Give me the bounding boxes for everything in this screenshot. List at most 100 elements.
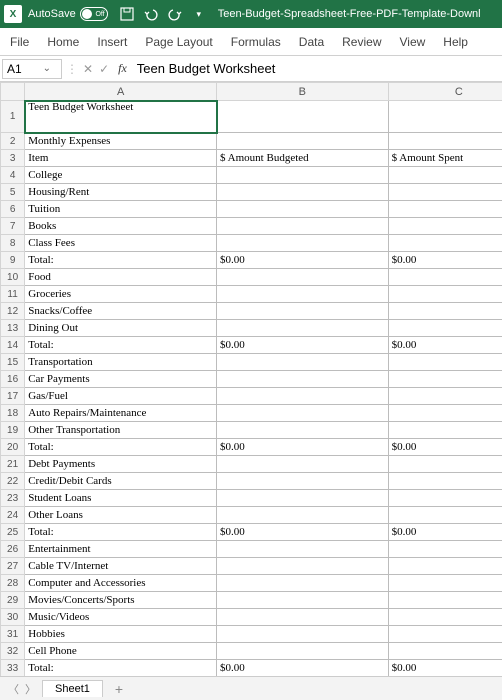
sheet-nav-next-icon[interactable]: 〉 (25, 681, 36, 697)
row-header[interactable]: 31 (1, 626, 25, 643)
cell[interactable]: Class Fees (25, 235, 217, 252)
cell[interactable]: Total: (25, 252, 217, 269)
cell[interactable]: Total: (25, 337, 217, 354)
cell[interactable]: Computer and Accessories (25, 575, 217, 592)
row-header[interactable]: 29 (1, 592, 25, 609)
cell[interactable]: Total: (25, 439, 217, 456)
name-box[interactable]: A1 ⌄ (2, 59, 62, 79)
cell[interactable] (388, 626, 502, 643)
row-header[interactable]: 32 (1, 643, 25, 660)
cell[interactable]: Monthly Expenses (25, 133, 217, 150)
cell[interactable] (388, 490, 502, 507)
cell[interactable] (388, 609, 502, 626)
cell[interactable] (388, 575, 502, 592)
cell[interactable]: Item (25, 150, 217, 167)
undo-icon[interactable] (144, 7, 158, 21)
cell[interactable] (388, 541, 502, 558)
cell[interactable]: Transportation (25, 354, 217, 371)
cell[interactable]: Other Loans (25, 507, 217, 524)
cell[interactable]: $0.00 (388, 524, 502, 541)
cell[interactable] (217, 541, 389, 558)
tab-review[interactable]: Review (342, 35, 381, 49)
row-header[interactable]: 23 (1, 490, 25, 507)
cell[interactable]: Groceries (25, 286, 217, 303)
cell[interactable] (388, 167, 502, 184)
cell[interactable] (388, 235, 502, 252)
tab-file[interactable]: File (10, 35, 29, 49)
cell[interactable]: Gas/Fuel (25, 388, 217, 405)
tab-page-layout[interactable]: Page Layout (145, 35, 212, 49)
cell[interactable]: $ Amount Budgeted (217, 150, 389, 167)
row-header[interactable]: 26 (1, 541, 25, 558)
row-header[interactable]: 12 (1, 303, 25, 320)
cell[interactable]: $0.00 (388, 439, 502, 456)
tab-data[interactable]: Data (299, 35, 324, 49)
cell[interactable] (217, 575, 389, 592)
row-header[interactable]: 1 (1, 101, 25, 133)
cell[interactable] (217, 184, 389, 201)
cell[interactable]: $0.00 (217, 439, 389, 456)
formula-input[interactable] (133, 59, 502, 79)
cell[interactable] (217, 235, 389, 252)
cell[interactable] (217, 609, 389, 626)
cell[interactable] (217, 354, 389, 371)
cell[interactable]: Music/Videos (25, 609, 217, 626)
row-header[interactable]: 11 (1, 286, 25, 303)
cell[interactable]: Cable TV/Internet (25, 558, 217, 575)
toggle-switch[interactable]: Off (80, 7, 108, 21)
cell[interactable] (217, 422, 389, 439)
tab-formulas[interactable]: Formulas (231, 35, 281, 49)
row-header[interactable]: 2 (1, 133, 25, 150)
cell[interactable]: Entertainment (25, 541, 217, 558)
row-header[interactable]: 25 (1, 524, 25, 541)
select-all-corner[interactable] (1, 83, 25, 101)
cell[interactable]: Housing/Rent (25, 184, 217, 201)
cell[interactable] (217, 507, 389, 524)
cell[interactable] (217, 133, 389, 150)
cell[interactable]: Movies/Concerts/Sports (25, 592, 217, 609)
cell[interactable] (217, 456, 389, 473)
row-header[interactable]: 16 (1, 371, 25, 388)
row-header[interactable]: 18 (1, 405, 25, 422)
cell[interactable] (388, 405, 502, 422)
cell[interactable] (217, 371, 389, 388)
cell[interactable]: Food (25, 269, 217, 286)
cell[interactable] (388, 422, 502, 439)
cell[interactable]: $0.00 (388, 337, 502, 354)
cell[interactable] (217, 643, 389, 660)
row-header[interactable]: 20 (1, 439, 25, 456)
cell[interactable] (217, 626, 389, 643)
cell[interactable] (388, 371, 502, 388)
cell[interactable]: Books (25, 218, 217, 235)
redo-icon[interactable] (168, 7, 182, 21)
row-header[interactable]: 24 (1, 507, 25, 524)
cell[interactable] (388, 269, 502, 286)
cell[interactable]: Debt Payments (25, 456, 217, 473)
cell[interactable]: Auto Repairs/Maintenance (25, 405, 217, 422)
grid[interactable]: A B C 1Teen Budget Worksheet2Monthly Exp… (0, 82, 502, 676)
cell[interactable]: Credit/Debit Cards (25, 473, 217, 490)
cell[interactable]: Tuition (25, 201, 217, 218)
cell[interactable]: Total: (25, 524, 217, 541)
cell[interactable] (388, 286, 502, 303)
cell[interactable] (217, 558, 389, 575)
row-header[interactable]: 10 (1, 269, 25, 286)
cell[interactable] (388, 354, 502, 371)
row-header[interactable]: 22 (1, 473, 25, 490)
cell[interactable]: Teen Budget Worksheet (25, 101, 217, 133)
cell[interactable] (388, 592, 502, 609)
row-header[interactable]: 30 (1, 609, 25, 626)
row-header[interactable]: 6 (1, 201, 25, 218)
cell[interactable] (217, 388, 389, 405)
tab-help[interactable]: Help (443, 35, 468, 49)
row-header[interactable]: 3 (1, 150, 25, 167)
row-header[interactable]: 5 (1, 184, 25, 201)
cell[interactable]: Dining Out (25, 320, 217, 337)
sheet-tab[interactable]: Sheet1 (42, 680, 103, 697)
cell[interactable]: Snacks/Coffee (25, 303, 217, 320)
cell[interactable] (388, 456, 502, 473)
cell[interactable] (388, 218, 502, 235)
cell[interactable]: Total: (25, 660, 217, 677)
cell[interactable] (217, 320, 389, 337)
sheet-nav-prev-icon[interactable]: 〈 (8, 681, 19, 697)
